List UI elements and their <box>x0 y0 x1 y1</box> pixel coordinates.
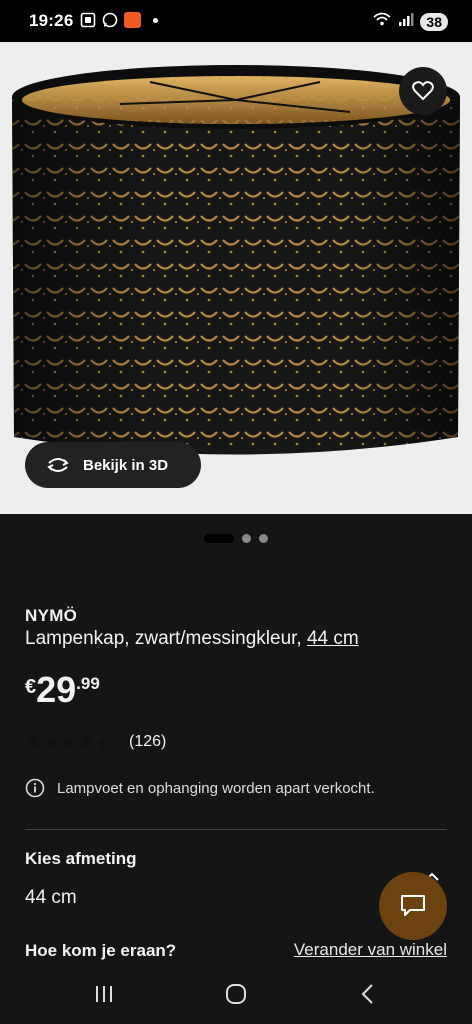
star-icon <box>43 735 59 749</box>
product-rating[interactable]: (126) <box>25 733 166 751</box>
wifi-icon <box>372 11 392 32</box>
status-bar: 19:26 38 <box>0 0 472 42</box>
carousel-dot[interactable] <box>204 534 234 543</box>
recent-apps-icon <box>96 986 112 1002</box>
info-icon <box>25 778 45 798</box>
carousel-dot[interactable] <box>242 534 251 543</box>
notification-dot-icon <box>153 17 158 23</box>
rating-count: (126) <box>129 733 167 750</box>
back-icon <box>361 984 373 1004</box>
back-button[interactable] <box>356 982 380 1006</box>
view-in-3d-button[interactable]: Bekijk in 3D <box>25 442 201 488</box>
signal-icon <box>398 11 414 32</box>
favorite-button[interactable] <box>399 67 447 115</box>
app-notification-icon <box>124 12 141 28</box>
chat-button[interactable] <box>379 872 447 940</box>
half-star-icon <box>97 734 113 750</box>
status-icons-left <box>80 12 158 28</box>
star-icon <box>79 735 95 749</box>
size-selector[interactable]: 44 cm <box>25 887 77 909</box>
chat-icon <box>401 895 425 916</box>
system-nav-bar <box>0 964 472 1024</box>
notice-text: Lampvoet en ophanging worden apart verko… <box>57 779 375 797</box>
star-icon <box>61 735 77 749</box>
carousel-indicator <box>0 534 472 543</box>
product-description-text: Lampenkap, zwart/messingkleur, <box>25 628 307 649</box>
status-time: 19:26 <box>29 11 74 30</box>
recent-apps-button[interactable] <box>92 982 116 1006</box>
section-divider <box>25 829 447 830</box>
rotate-3d-icon <box>47 458 69 472</box>
size-section-title: Kies afmeting <box>25 849 137 868</box>
product-name: NYMÖ <box>25 606 78 625</box>
price-currency: € <box>25 676 37 698</box>
price-integer: 29 <box>36 669 77 710</box>
heart-icon <box>412 81 434 101</box>
price-decimal: .99 <box>76 674 100 693</box>
status-icons-right: 38 <box>372 11 448 32</box>
star-icon <box>25 735 41 749</box>
carousel-dot[interactable] <box>259 534 268 543</box>
view-in-3d-label: Bekijk in 3D <box>83 456 169 474</box>
change-store-link[interactable]: Verander van winkel <box>294 940 447 960</box>
whatsapp-icon <box>102 12 118 28</box>
product-price: € 29 .99 <box>25 672 100 708</box>
delivery-section-title: Hoe kom je eraan? <box>25 941 177 960</box>
product-size-link[interactable]: 44 cm <box>307 628 359 649</box>
product-image-carousel[interactable]: Bekijk in 3D <box>0 42 472 514</box>
screenshot-icon <box>80 12 96 28</box>
home-icon <box>226 984 246 1004</box>
product-notice: Lampvoet en ophanging worden apart verko… <box>25 778 375 798</box>
home-button[interactable] <box>224 982 248 1006</box>
product-description: Lampenkap, zwart/messingkleur, 44 cm <box>25 628 359 650</box>
battery-indicator: 38 <box>420 12 448 31</box>
